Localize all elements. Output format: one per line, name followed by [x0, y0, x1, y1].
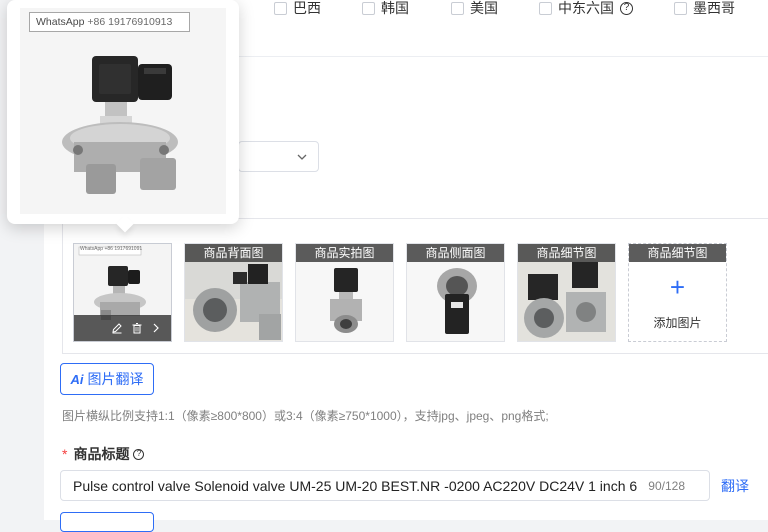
question-circle-icon[interactable]: ? — [620, 1, 633, 15]
country-option-usa[interactable]: 美国 — [451, 0, 498, 18]
valve-photo — [20, 8, 226, 214]
product-image-main[interactable]: WhatsApp +86 19176910913 — [73, 243, 172, 342]
checkbox[interactable] — [362, 1, 375, 15]
image-slot-label: 商品细节图 — [518, 244, 615, 262]
preview-image: WhatsApp +86 19176910913 — [20, 8, 226, 214]
checkbox[interactable] — [274, 1, 287, 15]
product-title-text: 商品标题 — [73, 446, 130, 462]
product-image-side[interactable]: 商品侧面图 — [406, 243, 505, 342]
image-slot-label: 商品细节图 — [629, 244, 726, 262]
image-requirements-hint: 图片横纵比例支持1:1（像素≥800*800）或3:4（像素≥750*1000）… — [62, 409, 549, 423]
char-counter: 90/128 — [648, 479, 685, 493]
required-mark: * — [62, 446, 68, 462]
product-image-back[interactable]: 商品背面图 — [184, 243, 283, 342]
country-label: 韩国 — [381, 0, 409, 16]
image-slot-label: 商品背面图 — [185, 244, 282, 262]
product-image-real[interactable]: 商品实拍图 — [295, 243, 394, 342]
product-title-input[interactable]: Pulse control valve Solenoid valve UM-25… — [60, 470, 710, 501]
plus-icon[interactable]: + — [629, 274, 726, 300]
image-slot-label: 商品实拍图 — [296, 244, 393, 262]
product-image-detail[interactable]: 商品细节图 — [517, 243, 616, 342]
translate-link[interactable]: 翻译 — [721, 476, 749, 496]
image-toolbar — [74, 315, 171, 341]
category-select[interactable] — [238, 141, 319, 172]
ai-badge-icon: Ai — [70, 371, 84, 387]
country-option-brazil[interactable]: 巴西 — [274, 0, 321, 18]
chevron-down-icon — [297, 154, 307, 160]
trash-icon[interactable] — [131, 322, 143, 334]
checkbox[interactable] — [674, 1, 687, 15]
product-title-label: * 商品标题 ? — [62, 444, 145, 464]
add-image-text: 添加图片 — [653, 316, 702, 330]
add-image-slot[interactable]: 商品细节图 + 添加图片 — [628, 243, 727, 342]
country-label: 巴西 — [293, 0, 321, 16]
image-watermark: WhatsApp +86 19176910913 — [80, 246, 142, 252]
country-option-middle-east[interactable]: 中东六国 ? — [539, 0, 633, 18]
country-label: 美国 — [470, 0, 498, 16]
image-translate-label: 图片翻译 — [87, 371, 144, 387]
image-slot-label: 商品侧面图 — [407, 244, 504, 262]
product-title-value[interactable]: Pulse control valve Solenoid valve UM-25… — [73, 478, 639, 494]
country-option-korea[interactable]: 韩国 — [362, 0, 409, 18]
country-option-mexico[interactable]: 墨西哥 — [674, 0, 735, 18]
image-translate-button[interactable]: Ai 图片翻译 — [60, 363, 154, 395]
chevron-right-icon[interactable] — [151, 322, 161, 334]
checkbox[interactable] — [539, 1, 552, 15]
question-circle-icon[interactable]: ? — [133, 448, 145, 460]
watermark-label: WhatsApp +86 19176910913 — [29, 12, 190, 32]
image-preview-popover: WhatsApp +86 19176910913 — [7, 0, 239, 233]
pencil-icon[interactable] — [111, 322, 123, 334]
secondary-button[interactable] — [60, 512, 154, 532]
country-label: 中东六国 — [558, 0, 614, 16]
country-label: 墨西哥 — [693, 0, 735, 16]
checkbox[interactable] — [451, 1, 464, 15]
